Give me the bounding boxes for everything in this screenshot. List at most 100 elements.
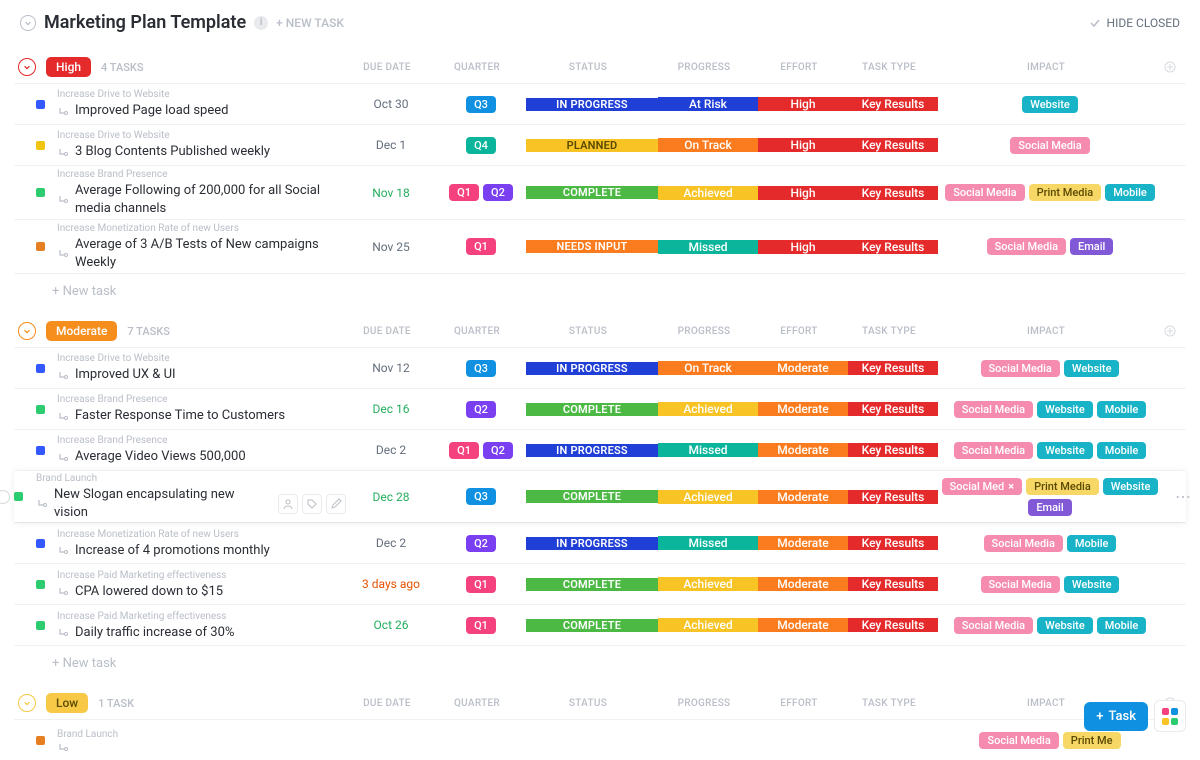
task-type-cell[interactable]: Key Results xyxy=(848,618,938,632)
status-cell[interactable]: COMPLETE xyxy=(526,186,658,199)
task-title[interactable]: Improved UX & UI xyxy=(75,366,176,384)
quarter-tag[interactable]: Q1 xyxy=(466,576,496,593)
effort-cell[interactable]: High xyxy=(758,240,848,254)
impact-tag[interactable]: Social Media xyxy=(1010,137,1089,154)
status-cell[interactable]: NEEDS INPUT xyxy=(526,240,658,253)
status-indicator[interactable] xyxy=(36,100,45,109)
status-indicator[interactable] xyxy=(36,242,45,251)
effort-cell[interactable]: Moderate xyxy=(758,536,848,550)
status-indicator[interactable] xyxy=(14,492,23,501)
status-indicator[interactable] xyxy=(36,539,45,548)
task-row[interactable]: Increase Paid Marketing effectiveness CP… xyxy=(14,563,1186,604)
hide-closed-button[interactable]: HIDE CLOSED xyxy=(1089,16,1180,30)
info-icon[interactable]: i xyxy=(254,16,268,30)
impact-tag[interactable]: Email xyxy=(1070,238,1113,255)
impact-tag[interactable]: Website xyxy=(1037,617,1093,634)
status-indicator[interactable] xyxy=(36,580,45,589)
due-date[interactable]: Oct 26 xyxy=(346,618,436,632)
quarter-cell[interactable]: Q1 xyxy=(436,576,526,593)
priority-pill[interactable]: Low xyxy=(46,693,88,713)
new-task-row-button[interactable]: + New task xyxy=(14,273,1186,309)
task-title[interactable]: 3 Blog Contents Published weekly xyxy=(75,143,270,161)
progress-cell[interactable]: Missed xyxy=(658,536,758,550)
status-cell[interactable]: IN PROGRESS xyxy=(526,98,658,111)
task-title[interactable]: Improved Page load speed xyxy=(75,102,228,120)
due-date[interactable]: Oct 30 xyxy=(346,97,436,111)
due-date[interactable]: Nov 12 xyxy=(346,361,436,375)
task-type-cell[interactable]: Key Results xyxy=(848,536,938,550)
impact-tag[interactable]: Website xyxy=(1064,576,1120,593)
task-type-cell[interactable]: Key Results xyxy=(848,240,938,254)
progress-cell[interactable]: Missed xyxy=(658,443,758,457)
column-progress[interactable]: PROGRESS xyxy=(654,698,754,709)
quarter-tag[interactable]: Q3 xyxy=(466,360,496,377)
impact-cell[interactable]: Social MediaEmail xyxy=(938,234,1162,259)
impact-tag[interactable]: Social Media xyxy=(984,535,1063,552)
quarter-tag[interactable]: Q3 xyxy=(466,96,496,113)
column-due-date[interactable]: DUE DATE xyxy=(342,62,432,73)
status-indicator[interactable] xyxy=(36,141,45,150)
task-type-cell[interactable]: Key Results xyxy=(848,577,938,591)
effort-cell[interactable]: Moderate xyxy=(758,402,848,416)
effort-cell[interactable]: Moderate xyxy=(758,490,848,504)
impact-cell[interactable]: Website xyxy=(938,92,1162,117)
task-row[interactable]: Brand Launch New Slogan encapsulating ne… xyxy=(14,470,1186,522)
task-row[interactable]: Increase Monetization Rate of new Users … xyxy=(14,219,1186,273)
status-cell[interactable]: COMPLETE xyxy=(526,403,658,416)
status-indicator[interactable] xyxy=(36,364,45,373)
assign-icon[interactable] xyxy=(278,494,298,514)
quarter-tag[interactable]: Q1 xyxy=(466,238,496,255)
impact-tag[interactable]: Mobile xyxy=(1097,442,1147,459)
status-indicator[interactable] xyxy=(36,188,45,197)
impact-tag[interactable]: Print Me xyxy=(1063,732,1121,749)
progress-cell[interactable]: Achieved xyxy=(658,490,758,504)
task-type-cell[interactable]: Key Results xyxy=(848,138,938,152)
task-row[interactable]: Increase Monetization Rate of new Users … xyxy=(14,522,1186,563)
impact-cell[interactable]: Social MediaWebsite xyxy=(938,356,1162,381)
task-type-cell[interactable]: Key Results xyxy=(848,490,938,504)
collapse-group-button[interactable] xyxy=(18,58,36,76)
impact-tag[interactable]: Social Media xyxy=(954,617,1033,634)
impact-tag[interactable]: Website xyxy=(1037,442,1093,459)
more-icon[interactable]: ⋯ xyxy=(1175,487,1192,506)
task-type-cell[interactable]: Key Results xyxy=(848,186,938,200)
status-indicator[interactable] xyxy=(36,446,45,455)
collapse-group-button[interactable] xyxy=(18,694,36,712)
task-row[interactable]: Brand Launch Social MediaPrint Me xyxy=(14,719,1186,760)
impact-tag[interactable]: Social Media xyxy=(954,442,1033,459)
column-due-date[interactable]: DUE DATE xyxy=(342,326,432,337)
effort-cell[interactable]: Moderate xyxy=(758,443,848,457)
progress-cell[interactable]: On Track xyxy=(658,138,758,152)
column-effort[interactable]: EFFORT xyxy=(754,698,844,709)
quarter-cell[interactable]: Q1Q2 xyxy=(436,184,526,201)
status-cell[interactable]: COMPLETE xyxy=(526,619,658,632)
task-row[interactable]: Increase Drive to Website 3 Blog Content… xyxy=(14,124,1186,165)
impact-tag[interactable]: Email xyxy=(1028,499,1071,516)
progress-cell[interactable]: At Risk xyxy=(658,97,758,111)
column-progress[interactable]: PROGRESS xyxy=(654,62,754,73)
column-status[interactable]: STATUS xyxy=(522,326,654,337)
new-task-header-button[interactable]: + NEW TASK xyxy=(276,16,344,30)
task-checkbox[interactable] xyxy=(0,490,10,504)
effort-cell[interactable]: High xyxy=(758,186,848,200)
column-quarter[interactable]: QUARTER xyxy=(432,62,522,73)
quarter-tag[interactable]: Q1 xyxy=(466,617,496,634)
task-type-cell[interactable]: Key Results xyxy=(848,97,938,111)
due-date[interactable]: 3 days ago xyxy=(346,577,436,591)
task-row[interactable]: Increase Drive to Website Improved Page … xyxy=(14,83,1186,124)
impact-tag[interactable]: Social Med xyxy=(942,478,1022,495)
impact-tag[interactable]: Social Media xyxy=(981,576,1060,593)
quarter-tag[interactable]: Q2 xyxy=(466,535,496,552)
task-type-cell[interactable]: Key Results xyxy=(848,443,938,457)
effort-cell[interactable]: High xyxy=(758,138,848,152)
impact-cell[interactable]: Social MediaWebsiteMobile xyxy=(938,397,1162,422)
impact-cell[interactable]: Social MedPrint MediaWebsiteEmail xyxy=(938,474,1162,520)
quarter-cell[interactable]: Q4 xyxy=(436,137,526,154)
column-effort[interactable]: EFFORT xyxy=(754,326,844,337)
status-cell[interactable]: PLANNED xyxy=(526,139,658,152)
impact-tag[interactable]: Social Media xyxy=(987,238,1066,255)
quarter-tag[interactable]: Q2 xyxy=(466,401,496,418)
impact-cell[interactable]: Social Media xyxy=(938,133,1162,158)
status-cell[interactable]: IN PROGRESS xyxy=(526,537,658,550)
progress-cell[interactable]: Achieved xyxy=(658,402,758,416)
